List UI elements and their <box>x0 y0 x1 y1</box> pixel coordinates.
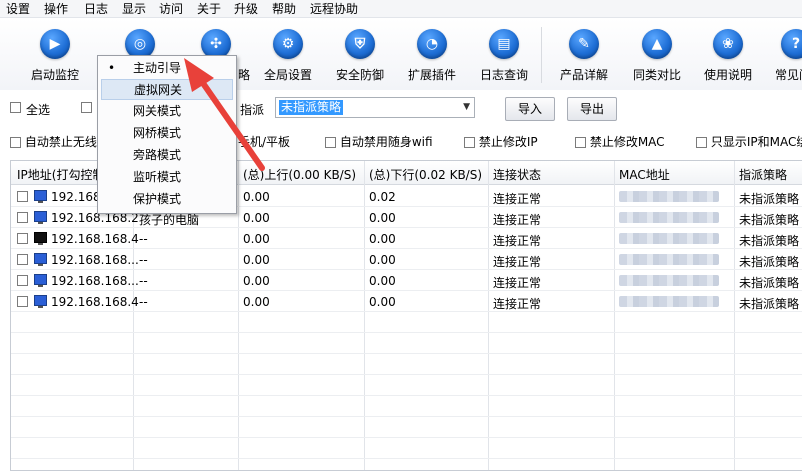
annotation-arrow <box>184 58 265 171</box>
arrow-shaft <box>195 73 265 171</box>
arrow-head <box>184 58 214 92</box>
